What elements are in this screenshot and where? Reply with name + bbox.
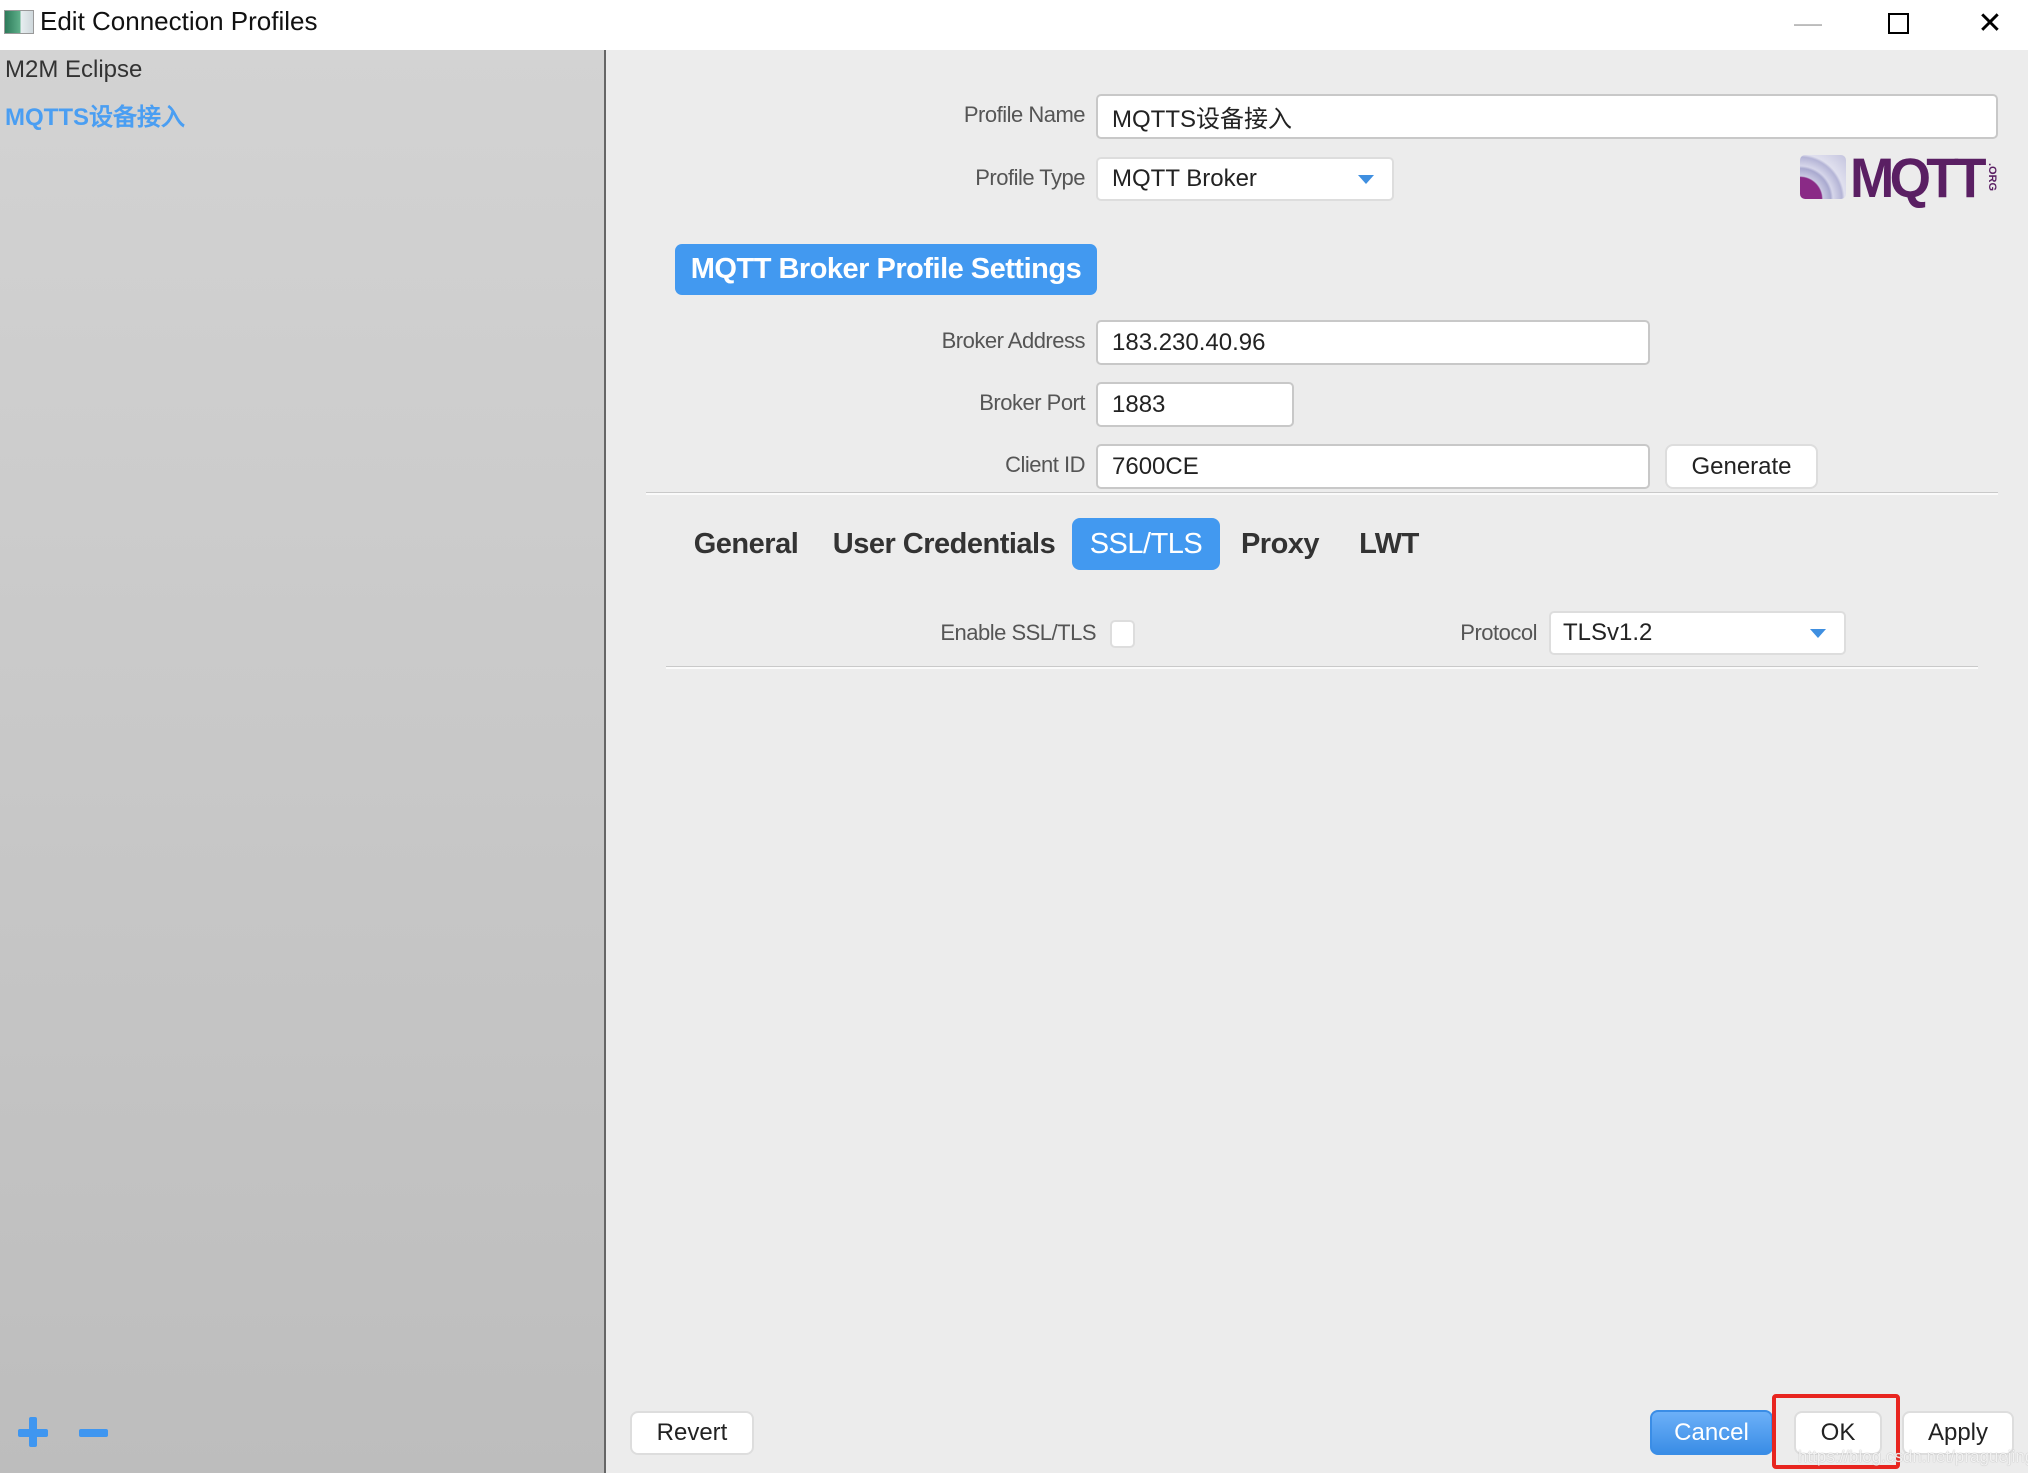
revert-button[interactable]: Revert xyxy=(630,1411,754,1455)
profile-type-select[interactable]: MQTT Broker xyxy=(1096,157,1394,201)
broker-address-label: Broker Address xyxy=(941,328,1086,353)
profile-type-label: Profile Type xyxy=(975,165,1085,190)
title-bar: Edit Connection Profiles — ✕ xyxy=(0,0,2028,50)
profile-type-value: MQTT Broker xyxy=(1112,165,1257,192)
profile-list-item[interactable]: M2M Eclipse xyxy=(5,56,142,84)
maximize-button[interactable] xyxy=(1868,0,1928,46)
broker-address-input[interactable]: 183.230.40.96 xyxy=(1096,320,1650,365)
protocol-label: Protocol xyxy=(1460,620,1537,645)
client-id-label: Client ID xyxy=(1005,452,1085,477)
mqtt-logo-text: MQTT xyxy=(1850,146,1986,209)
client-id-input[interactable]: 7600CE xyxy=(1096,444,1650,489)
broker-port-input[interactable]: 1883 xyxy=(1096,382,1294,427)
separator xyxy=(646,492,1998,495)
tab-user-credentials[interactable]: User Credentials xyxy=(832,518,1056,570)
maximize-icon xyxy=(1887,12,1909,34)
tab-ssl-tls[interactable]: SSL/TLS xyxy=(1072,518,1220,570)
profile-name-label: Profile Name xyxy=(963,102,1086,127)
mqtt-logo: MQTT .ORG xyxy=(1800,146,2000,209)
enable-ssl-label: Enable SSL/TLS xyxy=(940,620,1096,645)
profile-list-item-selected[interactable]: MQTTS设备接入 xyxy=(5,97,185,132)
generate-button[interactable]: Generate xyxy=(1665,444,1818,489)
chevron-down-icon xyxy=(1358,175,1374,184)
broker-port-label: Broker Port xyxy=(979,390,1085,415)
window-title: Edit Connection Profiles xyxy=(40,6,318,36)
close-button[interactable]: ✕ xyxy=(1960,0,2020,46)
cancel-button[interactable]: Cancel xyxy=(1650,1410,1773,1455)
minus-icon xyxy=(79,1429,108,1437)
tab-lwt[interactable]: LWT xyxy=(1350,518,1428,570)
profile-name-input[interactable]: MQTTS设备接入 xyxy=(1096,94,1998,139)
pane-divider[interactable] xyxy=(604,50,606,1473)
mqtt-signal-icon xyxy=(1800,155,1846,199)
tab-proxy[interactable]: Proxy xyxy=(1236,518,1324,570)
app-icon xyxy=(4,10,34,34)
protocol-value: TLSv1.2 xyxy=(1563,619,1653,646)
profile-list: M2M Eclipse MQTTS设备接入 xyxy=(0,50,604,1473)
enable-ssl-checkbox[interactable] xyxy=(1110,620,1135,648)
watermark: https://blog.csdn.net/praguejing xyxy=(1798,1447,2028,1466)
separator xyxy=(666,666,1978,669)
mqtt-logo-suffix: .ORG xyxy=(1986,162,1999,192)
remove-profile-button[interactable] xyxy=(78,1417,110,1449)
protocol-select[interactable]: TLSv1.2 xyxy=(1549,611,1846,655)
add-profile-button[interactable] xyxy=(18,1417,50,1449)
tab-general[interactable]: General xyxy=(690,518,802,570)
minimize-button[interactable]: — xyxy=(1778,0,1838,46)
broker-settings-header: MQTT Broker Profile Settings xyxy=(675,244,1097,295)
chevron-down-icon xyxy=(1810,629,1826,638)
